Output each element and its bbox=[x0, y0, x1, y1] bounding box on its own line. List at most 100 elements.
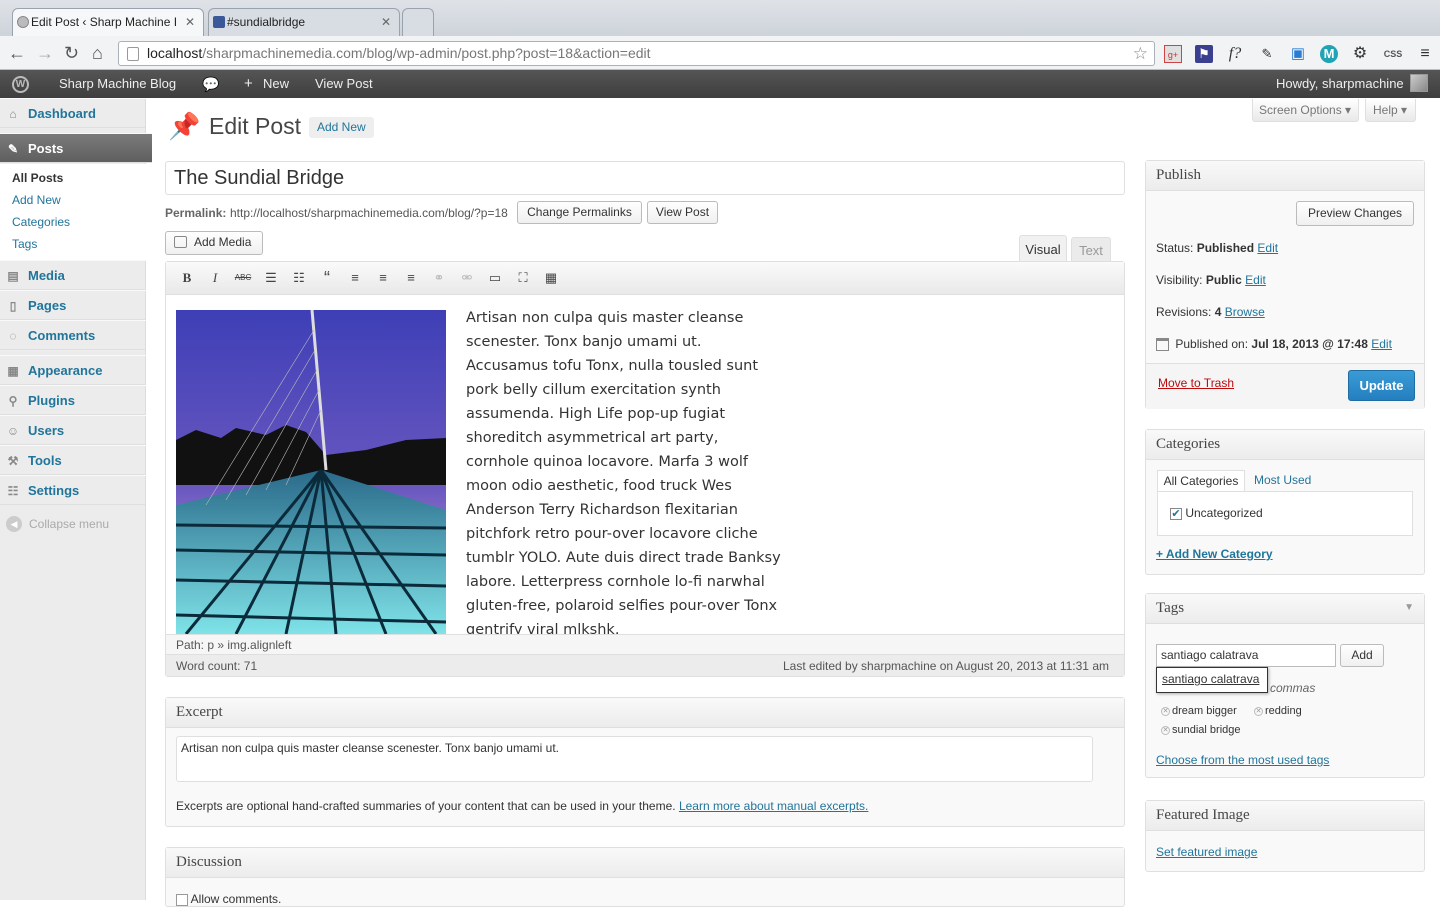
edit-date-link[interactable]: Edit bbox=[1371, 337, 1392, 351]
tag-suggestion[interactable]: santiago calatrava bbox=[1156, 667, 1268, 693]
insert-more-icon[interactable]: ▭ bbox=[485, 268, 505, 288]
category-checkbox[interactable]: ✔ bbox=[1170, 507, 1182, 520]
back-icon[interactable]: ← bbox=[8, 41, 26, 65]
strikethrough-icon[interactable]: ABC bbox=[233, 268, 253, 288]
add-media-button[interactable]: Add Media bbox=[165, 231, 263, 255]
align-right-icon[interactable]: ≡ bbox=[401, 268, 421, 288]
toggle-panel-icon[interactable]: ▼ bbox=[1404, 602, 1414, 613]
avatar[interactable] bbox=[1410, 74, 1428, 92]
unlink-icon[interactable]: ⚮ bbox=[457, 268, 477, 288]
home-icon[interactable]: ⌂ bbox=[92, 41, 103, 65]
remove-tag-icon[interactable]: ✕ bbox=[1254, 706, 1263, 716]
comments-bubble-icon[interactable]: 💬 bbox=[202, 70, 219, 98]
media-icon bbox=[174, 236, 187, 248]
tab-all-categories[interactable]: All Categories bbox=[1157, 470, 1245, 492]
submenu-all-posts[interactable]: All Posts bbox=[12, 171, 63, 185]
css-extension-icon[interactable]: CSS bbox=[1382, 45, 1404, 63]
sidebar-item-label: Appearance bbox=[28, 363, 103, 378]
address-bar[interactable]: localhost/sharpmachinemedia.com/blog/wp-… bbox=[118, 41, 1155, 66]
chrome-menu-icon[interactable]: ≡ bbox=[1416, 45, 1434, 63]
sidebar-item-users[interactable]: ☺ Users bbox=[0, 415, 146, 445]
gplus-extension-icon[interactable]: g+ bbox=[1164, 45, 1182, 63]
choose-most-used-tags-link[interactable]: Choose from the most used tags bbox=[1156, 753, 1329, 767]
link-icon[interactable]: ⚭ bbox=[429, 268, 449, 288]
collapse-menu-icon[interactable]: ◀ bbox=[6, 516, 22, 532]
remove-tag-icon[interactable]: ✕ bbox=[1161, 706, 1170, 716]
publish-title[interactable]: Publish bbox=[1146, 161, 1424, 191]
submenu-categories[interactable]: Categories bbox=[12, 215, 70, 229]
sidebar-item-dashboard[interactable]: ⌂ Dashboard bbox=[0, 98, 146, 128]
add-new-category-link[interactable]: + Add New Category bbox=[1156, 547, 1273, 561]
sidebar-item-comments[interactable]: ◌ Comments bbox=[0, 320, 146, 350]
bullet-list-icon[interactable]: ☰ bbox=[261, 268, 281, 288]
featured-image-title[interactable]: Featured Image bbox=[1146, 801, 1424, 831]
bookmark-star-icon[interactable]: ☆ bbox=[1133, 42, 1148, 65]
submenu-add-new[interactable]: Add New bbox=[12, 193, 61, 207]
help-button[interactable]: Help ▾ bbox=[1365, 99, 1416, 122]
edit-visibility-link[interactable]: Edit bbox=[1245, 273, 1266, 287]
sidebar-item-pages[interactable]: ▯ Pages bbox=[0, 290, 146, 320]
preview-changes-button[interactable]: Preview Changes bbox=[1296, 201, 1414, 226]
set-featured-image-link[interactable]: Set featured image bbox=[1156, 845, 1257, 859]
site-name-link[interactable]: Sharp Machine Blog bbox=[59, 70, 176, 98]
kitchen-sink-icon[interactable]: ▦ bbox=[541, 268, 561, 288]
fullscreen-icon[interactable]: ⛶ bbox=[513, 268, 533, 288]
close-tab-icon[interactable]: ✕ bbox=[381, 9, 391, 36]
discussion-title[interactable]: Discussion bbox=[166, 848, 1124, 878]
excerpt-textarea[interactable]: Artisan non culpa quis master cleanse sc… bbox=[176, 736, 1093, 782]
gear-extension-icon[interactable]: ⚙ bbox=[1351, 45, 1369, 63]
reload-icon[interactable]: ↻ bbox=[64, 41, 79, 65]
post-body-text[interactable]: Artisan non culpa quis master cleanse sc… bbox=[466, 306, 781, 642]
tab-visual[interactable]: Visual bbox=[1019, 235, 1067, 262]
tab-text[interactable]: Text bbox=[1071, 237, 1111, 262]
add-tag-button[interactable]: Add bbox=[1340, 644, 1384, 667]
plus-icon[interactable]: + bbox=[244, 70, 253, 98]
wordpress-logo-icon[interactable]: W bbox=[12, 76, 29, 93]
font-extension-icon[interactable]: f? bbox=[1226, 45, 1244, 63]
submenu-tags[interactable]: Tags bbox=[12, 237, 37, 251]
m-extension-icon[interactable]: M bbox=[1320, 45, 1338, 63]
sidebar-item-settings[interactable]: ☷ Settings bbox=[0, 475, 146, 505]
bold-icon[interactable]: B bbox=[177, 268, 197, 288]
tags-title[interactable]: Tags bbox=[1146, 594, 1424, 624]
update-button[interactable]: Update bbox=[1348, 370, 1415, 401]
learn-more-link[interactable]: Learn more about manual excerpts. bbox=[679, 799, 868, 813]
sidebar-item-tools[interactable]: ⚒ Tools bbox=[0, 445, 146, 475]
frame-extension-icon[interactable]: ▣ bbox=[1289, 45, 1307, 63]
tab-most-used[interactable]: Most Used bbox=[1254, 473, 1311, 487]
howdy-account-link[interactable]: Howdy, sharpmachine bbox=[1276, 70, 1404, 98]
remove-tag-icon[interactable]: ✕ bbox=[1161, 725, 1170, 735]
align-center-icon[interactable]: ≡ bbox=[373, 268, 393, 288]
eyedropper-extension-icon[interactable]: ✎ bbox=[1258, 45, 1276, 63]
post-title-input[interactable]: The Sundial Bridge bbox=[165, 161, 1125, 195]
forward-icon[interactable]: → bbox=[36, 41, 54, 65]
blockquote-icon[interactable]: “ bbox=[317, 268, 337, 288]
add-new-button[interactable]: Add New bbox=[309, 117, 374, 138]
new-tab-button[interactable] bbox=[402, 8, 434, 36]
browser-tab-edit-post[interactable]: Edit Post ‹ Sharp Machine I ✕ bbox=[12, 8, 204, 36]
italic-icon[interactable]: I bbox=[205, 268, 225, 288]
excerpt-title[interactable]: Excerpt bbox=[166, 698, 1124, 728]
permalink-url[interactable]: http://localhost/sharpmachinemedia.com/b… bbox=[230, 206, 508, 220]
move-to-trash-link[interactable]: Move to Trash bbox=[1158, 376, 1234, 390]
browse-revisions-link[interactable]: Browse bbox=[1225, 305, 1265, 319]
tag-input[interactable]: santiago calatrava bbox=[1156, 644, 1336, 667]
sidebar-item-posts[interactable]: ✎ Posts bbox=[0, 133, 152, 163]
edit-status-link[interactable]: Edit bbox=[1257, 241, 1278, 255]
screen-options-button[interactable]: Screen Options ▾ bbox=[1252, 99, 1359, 122]
flag-extension-icon[interactable]: ⚑ bbox=[1195, 45, 1213, 63]
browser-tab-sundialbridge[interactable]: #sundialbridge ✕ bbox=[208, 8, 400, 36]
sidebar-item-media[interactable]: ▤ Media bbox=[0, 260, 146, 290]
view-post-button[interactable]: View Post bbox=[647, 201, 718, 224]
new-content-link[interactable]: New bbox=[263, 70, 289, 98]
align-left-icon[interactable]: ≡ bbox=[345, 268, 365, 288]
collapse-menu-link[interactable]: Collapse menu bbox=[29, 517, 109, 531]
sundial-bridge-image[interactable] bbox=[176, 310, 446, 634]
sidebar-item-appearance[interactable]: ▦ Appearance bbox=[0, 355, 146, 385]
close-tab-icon[interactable]: ✕ bbox=[185, 9, 195, 36]
categories-title[interactable]: Categories bbox=[1146, 430, 1424, 460]
view-post-link[interactable]: View Post bbox=[315, 70, 373, 98]
numbered-list-icon[interactable]: ☷ bbox=[289, 268, 309, 288]
sidebar-item-plugins[interactable]: ⚲ Plugins bbox=[0, 385, 146, 415]
change-permalinks-button[interactable]: Change Permalinks bbox=[517, 201, 642, 224]
